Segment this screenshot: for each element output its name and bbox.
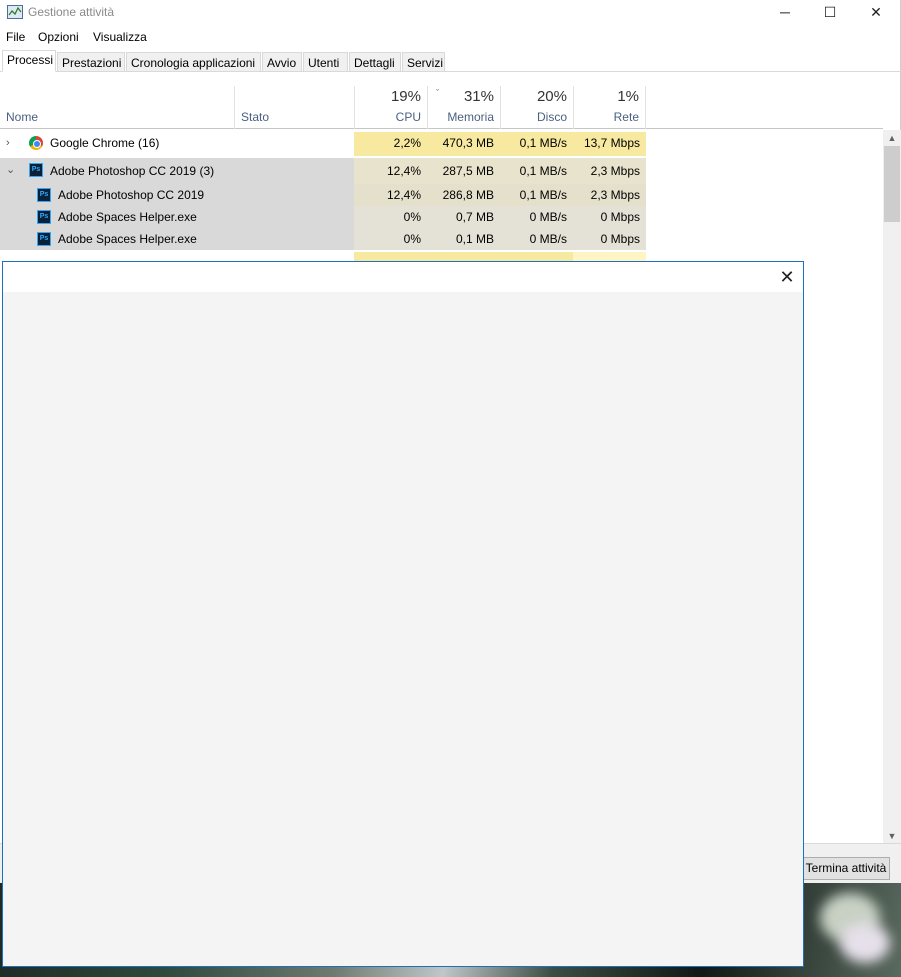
tab-startup[interactable]: Avvio (262, 52, 302, 72)
tab-processes[interactable]: Processi (2, 50, 56, 72)
process-row[interactable]: Ps Adobe Spaces Helper.exe 0% 0,7 MB 0 M… (0, 206, 646, 228)
column-network[interactable]: 1% Rete (573, 86, 646, 129)
overlay-title-bar[interactable]: ✕ (3, 262, 803, 292)
scroll-thumb[interactable] (884, 146, 900, 222)
process-cpu: 12,4% (354, 184, 427, 206)
end-task-button[interactable]: Termina attività (802, 857, 890, 880)
process-network: 2,3 Mbps (573, 184, 646, 206)
vertical-scrollbar[interactable]: ▲ ▼ (883, 130, 901, 843)
process-name: Adobe Spaces Helper.exe (58, 232, 197, 246)
column-disk[interactable]: 20% Disco (500, 86, 573, 129)
process-disk: 0,1 MB/s (500, 184, 573, 206)
process-row[interactable]: ⌄ Ps Adobe Photoshop CC 2019 (3) 12,4% 2… (0, 158, 646, 184)
collapse-icon[interactable]: ⌄ (6, 158, 15, 182)
process-memory: 287,5 MB (427, 158, 500, 184)
network-percent: 1% (617, 88, 639, 105)
menu-options[interactable]: Opzioni (38, 30, 79, 44)
window-title: Gestione attività (28, 5, 115, 19)
task-manager-icon (7, 5, 23, 19)
process-memory: 286,8 MB (427, 184, 500, 206)
process-row[interactable]: › Google Chrome (16) 2,2% 470,3 MB 0,1 M… (0, 132, 646, 156)
menu-view[interactable]: Visualizza (93, 30, 147, 44)
scroll-up-icon[interactable]: ▲ (883, 131, 901, 145)
cpu-label: CPU (395, 110, 421, 124)
column-memory[interactable]: ˇ 31% Memoria (427, 86, 500, 129)
memory-percent: 31% (463, 88, 494, 105)
photoshop-icon: Ps (37, 188, 51, 202)
column-status-label: Stato (241, 110, 270, 124)
tab-app-history[interactable]: Cronologia applicazioni (126, 52, 261, 72)
tab-strip: Processi Prestazioni Cronologia applicaz… (0, 50, 901, 72)
tab-services[interactable]: Servizi (402, 52, 445, 72)
disk-label: Disco (536, 110, 567, 124)
menu-file[interactable]: File (6, 30, 25, 44)
expand-icon[interactable]: › (6, 132, 10, 154)
close-button[interactable]: ✕ (853, 0, 899, 25)
process-disk: 0,1 MB/s (500, 158, 573, 184)
column-cpu[interactable]: 19% CPU (354, 86, 427, 129)
disk-percent: 20% (536, 88, 567, 105)
process-cpu: 0% (354, 206, 427, 228)
memory-label: Memoria (447, 110, 494, 124)
process-cpu: 0% (354, 228, 427, 250)
process-cpu: 2,2% (354, 132, 427, 156)
process-network: 13,7 Mbps (573, 132, 646, 156)
maximize-button[interactable]: ☐ (807, 0, 853, 25)
wallpaper-highlight (840, 923, 890, 963)
process-network: 0 Mbps (573, 228, 646, 250)
process-disk: 0 MB/s (500, 206, 573, 228)
process-name: Google Chrome (16) (50, 136, 160, 150)
process-name: Adobe Spaces Helper.exe (58, 210, 197, 224)
tab-users[interactable]: Utenti (303, 52, 348, 72)
chrome-icon (29, 136, 43, 150)
process-memory: 0,7 MB (427, 206, 500, 228)
column-name[interactable]: Nome (0, 86, 234, 129)
cpu-percent: 19% (390, 88, 421, 105)
process-network: 0 Mbps (573, 206, 646, 228)
process-disk: 0,1 MB/s (500, 132, 573, 156)
title-bar[interactable]: Gestione attività ─ ☐ ✕ (0, 0, 901, 25)
column-header: Nome Stato 19% CPU ˇ 31% Memoria 20% Dis… (0, 86, 883, 129)
process-network: 2,3 Mbps (573, 158, 646, 184)
process-name: Adobe Photoshop CC 2019 (58, 188, 205, 202)
photoshop-icon: Ps (37, 232, 51, 246)
process-row[interactable]: Ps Adobe Photoshop CC 2019 12,4% 286,8 M… (0, 184, 646, 206)
network-label: Rete (613, 110, 639, 124)
process-name: Adobe Photoshop CC 2019 (3) (50, 164, 215, 178)
column-name-label: Nome (6, 110, 39, 124)
sort-caret-icon: ˇ (436, 88, 439, 98)
photoshop-icon: Ps (29, 163, 43, 177)
overlay-close-button[interactable]: ✕ (775, 265, 799, 289)
process-disk: 0 MB/s (500, 228, 573, 250)
minimize-button[interactable]: ─ (762, 0, 808, 25)
column-status[interactable]: Stato (234, 86, 354, 129)
process-row[interactable]: Ps Adobe Spaces Helper.exe 0% 0,1 MB 0 M… (0, 228, 646, 250)
scroll-down-icon[interactable]: ▼ (883, 829, 901, 843)
process-memory: 0,1 MB (427, 228, 500, 250)
tab-details[interactable]: Dettagli (349, 52, 401, 72)
process-cpu: 12,4% (354, 158, 427, 184)
photoshop-icon: Ps (37, 210, 51, 224)
tab-performance[interactable]: Prestazioni (57, 52, 125, 72)
process-memory: 470,3 MB (427, 132, 500, 156)
overlay-window: ✕ (2, 261, 804, 967)
